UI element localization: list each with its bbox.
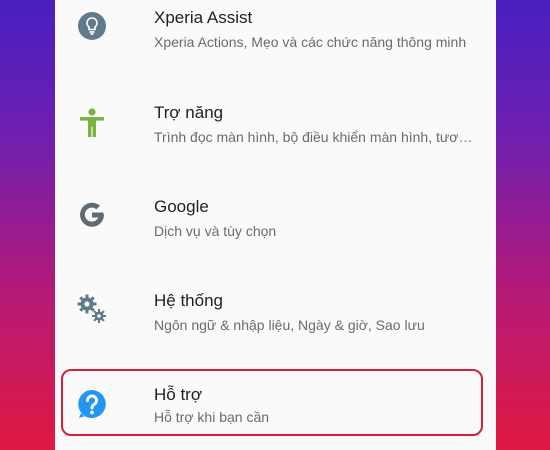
settings-item-subtitle: Xperia Actions, Mẹo và các chức năng thô… (154, 34, 467, 50)
highlight-frame (61, 369, 483, 436)
settings-item-title: Xperia Assist (154, 8, 253, 27)
gears-icon (75, 292, 109, 326)
settings-item-title: Google (154, 197, 209, 216)
settings-item-system[interactable]: Hệ thống Ngôn ngữ & nhập liệu, Ngày & gi… (55, 264, 496, 358)
lightbulb-icon (75, 9, 109, 43)
settings-item-title: Hệ thống (154, 291, 223, 310)
google-icon (75, 198, 109, 232)
settings-item-subtitle: Dịch vụ và tùy chọn (154, 223, 277, 239)
settings-item-accessibility[interactable]: Trợ năng Trình đọc màn hình, bộ điều khi… (55, 76, 496, 170)
accessibility-icon (75, 106, 109, 140)
settings-item-subtitle: Ngôn ngữ & nhập liệu, Ngày & giờ, Sao lư… (154, 317, 425, 333)
settings-item-xperia-assist[interactable]: Xperia Assist Xperia Actions, Mẹo và các… (55, 0, 496, 76)
settings-item-google[interactable]: Google Dịch vụ và tùy chọn (55, 170, 496, 264)
settings-item-title: Trợ năng (154, 103, 224, 122)
settings-item-subtitle: Trình đọc màn hình, bộ điều khiển màn hì… (154, 129, 480, 145)
